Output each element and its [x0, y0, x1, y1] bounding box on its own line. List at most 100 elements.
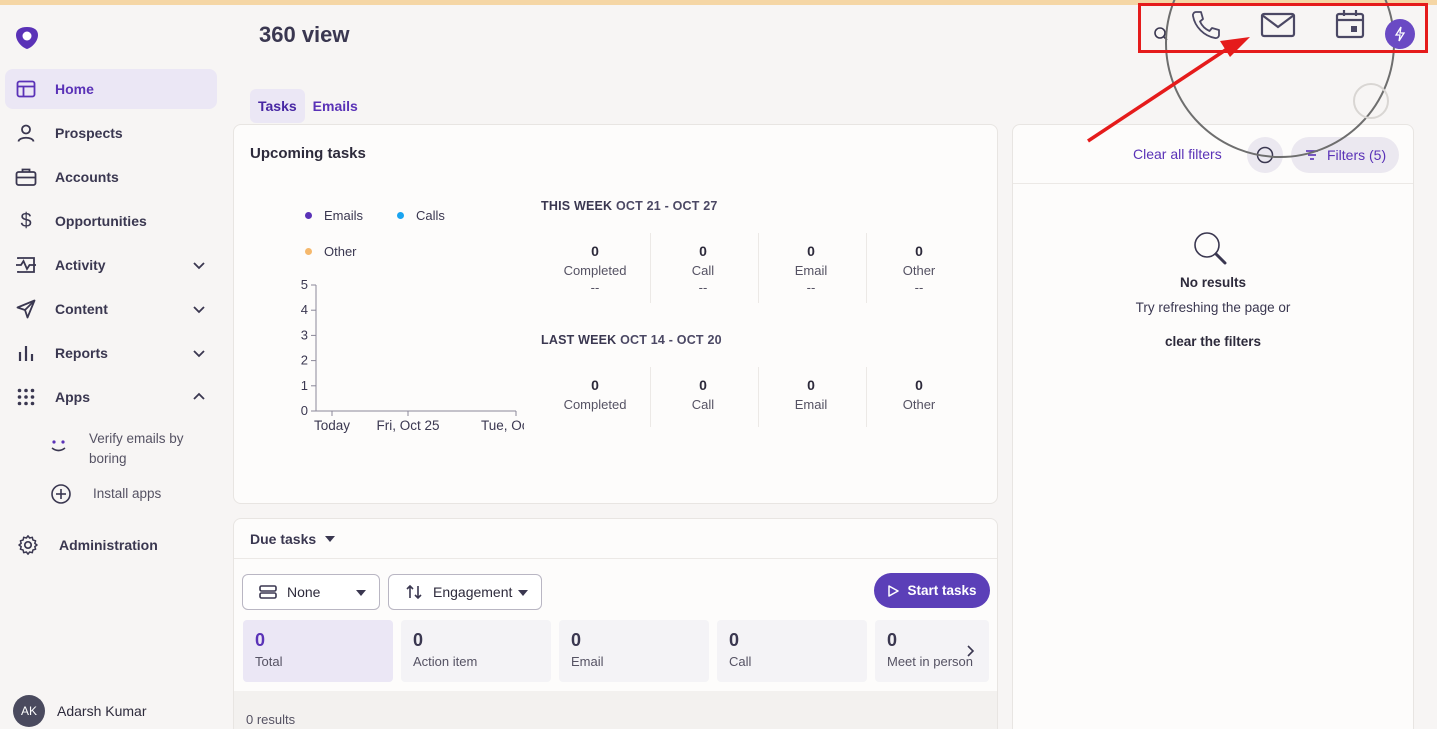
- chevron-down-icon[interactable]: [191, 301, 207, 317]
- app-verify-emails[interactable]: Verify emails by boring: [48, 429, 209, 469]
- sidebar: Home Prospects Accounts $ Opportunities …: [0, 5, 228, 729]
- page-title: 360 view: [259, 22, 350, 47]
- plus-circle-icon: [51, 484, 71, 504]
- sidebar-item-label: Reports: [55, 345, 108, 361]
- y-tick-label: 4: [301, 302, 308, 317]
- sidebar-item-opportunities[interactable]: $ Opportunities: [5, 201, 217, 241]
- x-tick-label: Today: [314, 418, 350, 433]
- due-tasks-dropdown[interactable]: Due tasks: [250, 531, 336, 547]
- empty-state-text: Try refreshing the page or: [1135, 300, 1291, 315]
- clear-filters-link[interactable]: clear the filters: [1013, 334, 1413, 349]
- stat-sub: --: [914, 280, 924, 295]
- chevron-up-icon[interactable]: [191, 389, 207, 405]
- tile-label: Email: [571, 654, 604, 669]
- x-tick-label: Fri, Oct 25: [376, 418, 439, 433]
- filters-label: Filters (5): [1327, 147, 1387, 163]
- sidebar-item-label: Opportunities: [55, 213, 147, 229]
- app-logo-icon[interactable]: [14, 25, 40, 51]
- stat-label: Email: [794, 263, 828, 278]
- legend-label: Emails: [324, 208, 364, 223]
- layers-icon: [259, 585, 277, 599]
- sidebar-item-reports[interactable]: Reports: [5, 333, 217, 373]
- tile-meet-in-person[interactable]: 0 Meet in person: [875, 620, 989, 682]
- avatar: AK: [13, 695, 45, 727]
- clear-all-filters-link[interactable]: Clear all filters: [1133, 146, 1222, 162]
- legend-calls[interactable]: Calls: [397, 208, 445, 223]
- empty-state-title: No results: [1179, 275, 1247, 290]
- chevron-right-icon[interactable]: [965, 644, 975, 658]
- user-profile[interactable]: AK Adarsh Kumar: [13, 695, 146, 727]
- tile-value: 0: [255, 630, 266, 650]
- legend-other[interactable]: Other: [305, 244, 357, 259]
- start-tasks-label: Start tasks: [907, 583, 977, 598]
- stat-value: 0: [591, 243, 599, 259]
- tile-total[interactable]: 0 Total: [243, 620, 393, 682]
- this-week-heading: THIS WEEK OCT 21 - OCT 27: [541, 199, 718, 213]
- stat-sub: --: [698, 280, 708, 295]
- stat-value: 0: [807, 243, 815, 259]
- tab-emails[interactable]: Emails: [305, 89, 366, 123]
- sidebar-item-label: Activity: [55, 257, 106, 273]
- chevron-down-icon[interactable]: [191, 257, 207, 273]
- bar-chart-icon: [15, 342, 37, 364]
- this-week-label: THIS WEEK: [541, 199, 613, 213]
- group-by-dropdown[interactable]: None: [242, 574, 380, 610]
- stat-call: 0 Call --: [649, 243, 757, 295]
- y-tick-label: 0: [301, 403, 308, 418]
- app-install-apps[interactable]: Install apps: [50, 483, 161, 505]
- sidebar-item-label: Administration: [59, 537, 158, 553]
- sidebar-item-content[interactable]: Content: [5, 289, 217, 329]
- person-icon: [15, 122, 37, 144]
- caret-down-icon: [518, 590, 528, 596]
- sidebar-item-home[interactable]: Home: [5, 69, 217, 109]
- stat-value: 0: [915, 243, 923, 259]
- app-label: Install apps: [93, 486, 162, 501]
- legend-emails[interactable]: Emails: [305, 208, 363, 223]
- sidebar-item-accounts[interactable]: Accounts: [5, 157, 217, 197]
- due-tasks-header: Due tasks: [234, 519, 997, 559]
- stat-email: 0 Email --: [757, 243, 865, 295]
- tile-action-item[interactable]: 0 Action item: [401, 620, 551, 682]
- y-tick-label: 5: [301, 277, 308, 292]
- tile-label: Total: [255, 654, 283, 669]
- tile-call[interactable]: 0 Call: [717, 620, 867, 682]
- tile-value: 0: [571, 630, 582, 650]
- due-tasks-card: Due tasks None Engagement Start tasks 0 …: [233, 518, 998, 729]
- sidebar-item-label: Accounts: [55, 169, 119, 185]
- legend-label: Calls: [416, 208, 445, 223]
- stat-label: Other: [902, 397, 936, 412]
- briefcase-icon: [15, 166, 37, 188]
- sort-by-value: Engagement: [433, 584, 513, 600]
- tab-bar: Tasks Emails: [250, 89, 366, 123]
- stat-label: Call: [691, 263, 715, 278]
- tab-tasks[interactable]: Tasks: [250, 89, 305, 123]
- tile-label: Action item: [413, 654, 478, 669]
- start-tasks-button[interactable]: Start tasks: [874, 573, 990, 608]
- tile-email[interactable]: 0 Email: [559, 620, 709, 682]
- tile-label: Call: [729, 654, 752, 669]
- stat-completed: 0 Completed --: [541, 243, 649, 295]
- sort-by-dropdown[interactable]: Engagement: [388, 574, 542, 610]
- stat-label: Completed: [563, 263, 627, 278]
- sidebar-item-prospects[interactable]: Prospects: [5, 113, 217, 153]
- sort-icon: [406, 584, 422, 600]
- upcoming-tasks-chart: 0 1 2 3 4 5 Today Fri, Oct 25 Tue, Oct 29: [301, 277, 524, 433]
- circle-button[interactable]: [1353, 83, 1389, 119]
- send-icon: [15, 298, 37, 320]
- group-by-value: None: [287, 584, 321, 600]
- chevron-down-icon[interactable]: [191, 345, 207, 361]
- y-tick-label: 2: [301, 353, 308, 368]
- last-week-range: OCT 14 - OCT 20: [620, 333, 722, 347]
- last-week-heading: LAST WEEK OCT 14 - OCT 20: [541, 333, 722, 347]
- filters-panel: Clear all filters Filters (5) No results…: [1012, 124, 1414, 729]
- app-label: Verify emails by boring: [89, 431, 184, 466]
- stat-label: Completed: [563, 397, 627, 412]
- sidebar-item-administration[interactable]: Administration: [5, 525, 217, 565]
- results-count: 0 results: [246, 712, 296, 727]
- sidebar-item-apps[interactable]: Apps: [5, 377, 217, 417]
- stat-sub: --: [590, 280, 600, 295]
- tile-value: 0: [413, 630, 424, 650]
- gear-icon: [17, 534, 39, 556]
- sidebar-item-activity[interactable]: Activity: [5, 245, 217, 285]
- stat-other: 0 Other --: [865, 243, 973, 295]
